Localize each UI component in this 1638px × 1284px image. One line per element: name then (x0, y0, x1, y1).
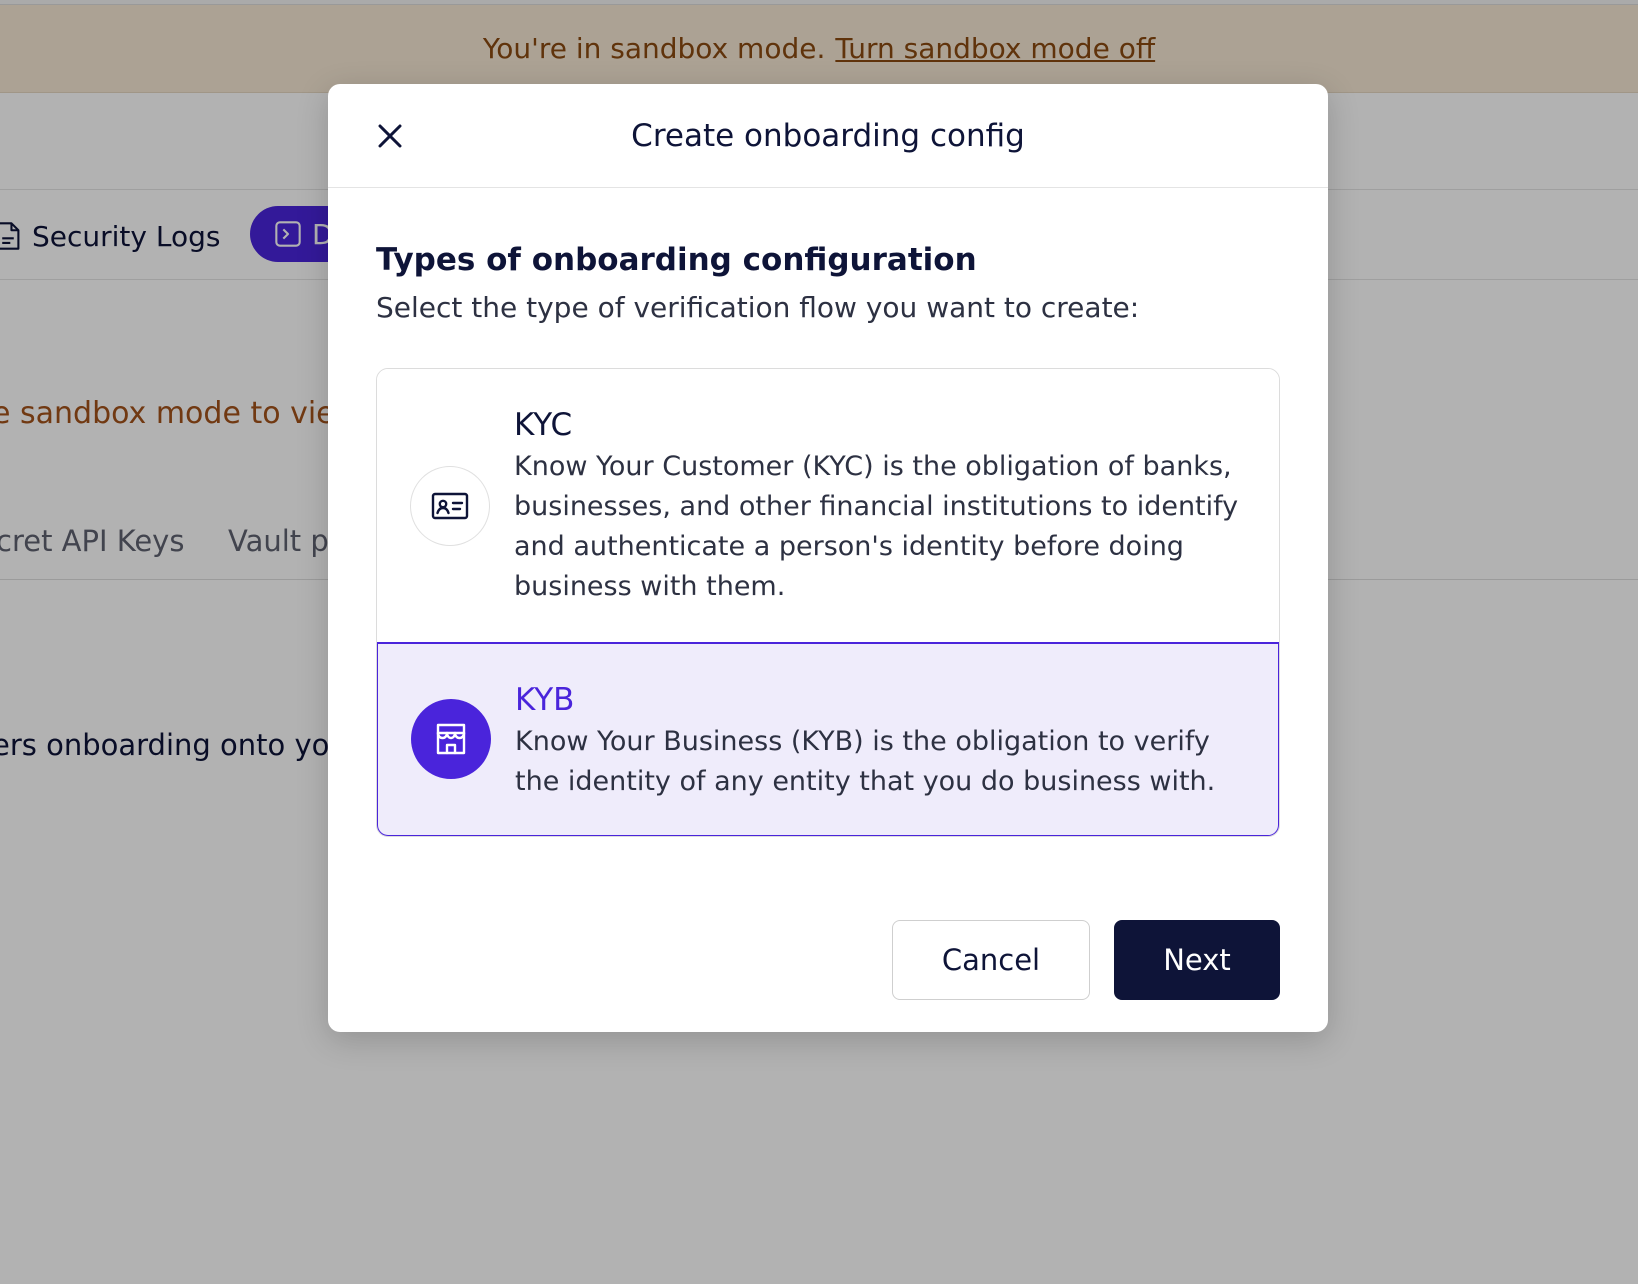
option-kyb-title: KYB (515, 682, 575, 718)
id-card-icon (410, 466, 490, 546)
section-title: Types of onboarding configuration (376, 242, 977, 278)
option-kyc-description: Know Your Customer (KYC) is the obligati… (514, 451, 1239, 602)
option-kyc-title: KYC (514, 407, 573, 443)
next-button[interactable]: Next (1114, 920, 1280, 1000)
option-kyb[interactable]: KYB Know Your Business (KYB) is the obli… (377, 642, 1279, 836)
cancel-button[interactable]: Cancel (892, 920, 1090, 1000)
onboarding-type-options: KYC Know Your Customer (KYC) is the obli… (376, 368, 1280, 837)
dialog-footer: Cancel Next (892, 920, 1280, 1000)
create-onboarding-config-dialog: Create onboarding config Types of onboar… (328, 84, 1328, 1032)
close-icon (375, 121, 405, 151)
option-kyc[interactable]: KYC Know Your Customer (KYC) is the obli… (377, 369, 1279, 643)
dialog-header: Create onboarding config (328, 84, 1328, 188)
option-kyb-description: Know Your Business (KYB) is the obligati… (515, 726, 1216, 797)
option-kyb-text: KYB Know Your Business (KYB) is the obli… (515, 680, 1258, 802)
dialog-body: Types of onboarding configuration Select… (328, 188, 1328, 837)
close-button[interactable] (368, 114, 412, 158)
option-kyc-text: KYC Know Your Customer (KYC) is the obli… (514, 405, 1259, 607)
page: You're in sandbox mode. Turn sandbox mod… (0, 0, 1638, 1284)
section-subtitle: Select the type of verification flow you… (376, 291, 1140, 324)
storefront-icon (411, 699, 491, 779)
dialog-title: Create onboarding config (631, 117, 1025, 154)
